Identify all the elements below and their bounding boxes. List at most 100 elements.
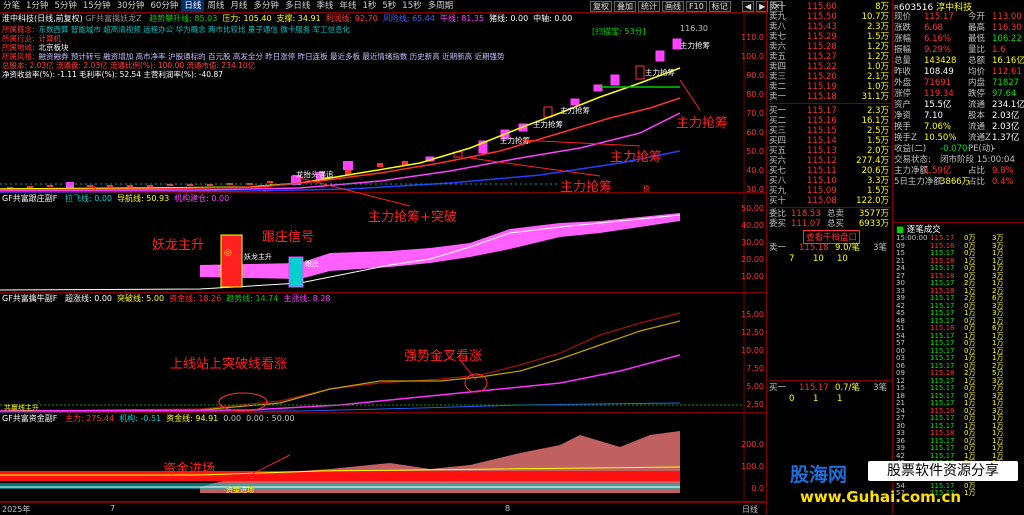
quote-panel: R603516 淳中科技 现价 115.17 今开 113.00 涨跌 6.68 最高 116… — [892, 0, 1024, 220]
period-tab-1[interactable]: 1分钟 — [23, 0, 51, 12]
ob-divider — [769, 207, 891, 208]
sell-level-row[interactable]: 卖十 115.60 8万 — [769, 2, 893, 12]
ob-volume: 1.5万 — [866, 186, 889, 196]
quote-row: 收益(二) -0.070 PE(动) - — [894, 144, 1022, 154]
sell-level-row[interactable]: 卖三 115.20 2.1万 — [769, 72, 893, 82]
buy-queue-row: 买一 115.17 0.7/笔 3笔 — [769, 383, 891, 393]
buy-level-row[interactable]: 买五 115.13 2.0万 — [769, 146, 893, 156]
sell-level-row[interactable]: 卖一 115.18 31.1万 — [769, 92, 893, 102]
buy-level-row[interactable]: 买七 115.11 20.6万 — [769, 166, 893, 176]
period-tab-14[interactable]: 5秒 — [379, 0, 399, 12]
buy-level-row[interactable]: 买八 115.10 3.3万 — [769, 176, 893, 186]
toolbar-button-1[interactable]: 叠加 — [614, 1, 636, 12]
sell-level-row[interactable]: 卖七 115.29 1.5万 — [769, 32, 893, 42]
buy-level-row[interactable]: 买十 115.08 122.0万 — [769, 196, 893, 206]
candle-body — [593, 84, 603, 92]
toolbar-button-4[interactable]: F10 — [686, 1, 707, 12]
buy-level-row[interactable]: 买一 115.17 2.3万 — [769, 106, 893, 116]
period-tab-8[interactable]: 月线 — [227, 0, 250, 12]
date-marker: 稳 — [643, 184, 650, 193]
period-tab-4[interactable]: 30分钟 — [114, 0, 148, 12]
quote-label: 交易状态: — [894, 155, 931, 165]
quote-label: 外盘 — [894, 78, 912, 88]
buy-level-row[interactable]: 买三 115.15 2.5万 — [769, 126, 893, 136]
price-line-yellow — [0, 67, 681, 190]
period-tab-10[interactable]: 多日线 — [282, 0, 314, 12]
ob-price: 115.27 — [807, 52, 837, 62]
buy-level-row[interactable]: 买四 115.14 1.5万 — [769, 136, 893, 146]
panel3-svg: 15.00 12.50 10.00 7.50 5.00 2.50 共赢线主升 — [0, 293, 764, 413]
quote-label: 均价 — [968, 67, 986, 77]
orderbook-panel: 卖十 115.60 8万 卖九 115.50 10.7万 卖八 115.43 2.3万 卖七 115… — [766, 0, 893, 514]
quote-row: 涨跌 6.68 最高 116.30 — [894, 23, 1022, 33]
ob-level: 卖十 — [769, 2, 787, 12]
toolbar-button-0[interactable]: 复权 — [590, 1, 612, 12]
period-tab-12[interactable]: 年线 — [336, 0, 359, 12]
sell-level-row[interactable]: 卖二 115.19 1.0万 — [769, 82, 893, 92]
quote-label: 内盘 — [968, 78, 986, 88]
buy-level-row[interactable]: 买六 115.12 277.4万 — [769, 156, 893, 166]
period-tab-15[interactable]: 15秒 — [399, 0, 424, 12]
toolbar-button-5[interactable]: 标记 — [708, 1, 731, 12]
quote-label: 换手 — [894, 122, 912, 132]
period-tab-0[interactable]: 分笔 — [0, 0, 23, 12]
quote-label: 净资 — [894, 111, 912, 121]
period-tab-13[interactable]: 1秒 — [359, 0, 379, 12]
quote-value: 10.50% — [924, 133, 957, 143]
quote-label: 涨幅 — [894, 34, 912, 44]
sell-level-row[interactable]: 卖五 115.27 1.2万 — [769, 52, 893, 62]
y-tick: 0.0 — [751, 484, 764, 493]
period-tab-16[interactable]: 多周期 — [425, 0, 457, 12]
annotation-label: 主力抢筹 — [560, 180, 613, 195]
quote-value: 106.22 — [992, 34, 1022, 44]
ob-price: 115.14 — [807, 136, 837, 146]
toolbar-buttons: 复权 叠加 统计 画线 F10 标记 — [588, 1, 731, 12]
period-tab-11[interactable]: 季线 — [313, 0, 336, 12]
y-tick: 100.0 — [741, 52, 764, 61]
period-tab-9[interactable]: 多分钟 — [250, 0, 282, 12]
quote-label: 振幅 — [894, 45, 912, 55]
queue-lot: 1 — [837, 394, 843, 404]
main-signal-label: 主力抢筹 — [500, 135, 530, 145]
queue-side: 卖一 — [769, 243, 787, 253]
prev-icon[interactable]: ◀ — [742, 1, 755, 12]
buy-level-row[interactable]: 买二 115.16 16.1万 — [769, 116, 893, 126]
y-tick: 90.0 — [746, 71, 764, 80]
queue-lot: 10 — [813, 254, 824, 264]
period-tab-6[interactable]: 日线 — [181, 0, 205, 12]
date-axis: 2025年 7 8 日线 — [0, 502, 766, 515]
quote-value: - — [992, 144, 996, 154]
toolbar-button-2[interactable]: 统计 — [638, 1, 660, 12]
quote-value: 1.6 — [992, 45, 1006, 55]
sell-level-row[interactable]: 卖八 115.43 2.3万 — [769, 22, 893, 32]
quote-row: 总量 143428 总额 16.16亿 — [894, 56, 1024, 66]
period-tab-3[interactable]: 15分钟 — [80, 0, 114, 12]
sell-level-row[interactable]: 卖四 115.22 1.0万 — [769, 62, 893, 72]
main-signal-label: 主力抢筹 — [680, 40, 710, 50]
buy-level-row[interactable]: 买九 115.09 1.5万 — [769, 186, 893, 196]
period-tab-5[interactable]: 60分钟 — [148, 0, 182, 12]
quote-value: 1.59亿 — [924, 166, 952, 176]
ob-volume: 16.1万 — [861, 116, 889, 126]
quote-label: 收益(二) — [894, 144, 927, 154]
depth-link[interactable]: 查看千档盘口 — [803, 230, 861, 244]
capital-cyan-band — [0, 483, 680, 489]
quote-label: 最高 — [968, 23, 986, 33]
quote-row: 涨停 119.34 跌停 97.64 — [894, 89, 1022, 99]
ob-volume: 3.3万 — [866, 176, 889, 186]
y-tick: 30.00 — [741, 238, 764, 247]
period-tab-2[interactable]: 5分钟 — [51, 0, 79, 12]
quote-label: 流通 — [968, 122, 986, 132]
quote-label: 流通Z — [968, 133, 991, 143]
sell-level-row[interactable]: 卖九 115.50 10.7万 — [769, 12, 893, 22]
ob-level: 卖四 — [769, 62, 787, 72]
quote-value: 97.64 — [992, 89, 1017, 99]
quote-label: PE(动) — [968, 144, 994, 154]
ob-stat-value: 6933万 — [858, 219, 889, 229]
quote-value: -0.070 — [940, 144, 968, 154]
toolbar-button-3[interactable]: 画线 — [662, 1, 684, 12]
period-tab-7[interactable]: 周线 — [204, 0, 227, 12]
sell-level-row[interactable]: 卖六 115.28 1.2万 — [769, 42, 893, 52]
annotation-label: 主力抢筹 — [610, 150, 663, 165]
ob-stat-value: 3577万 — [858, 209, 889, 219]
